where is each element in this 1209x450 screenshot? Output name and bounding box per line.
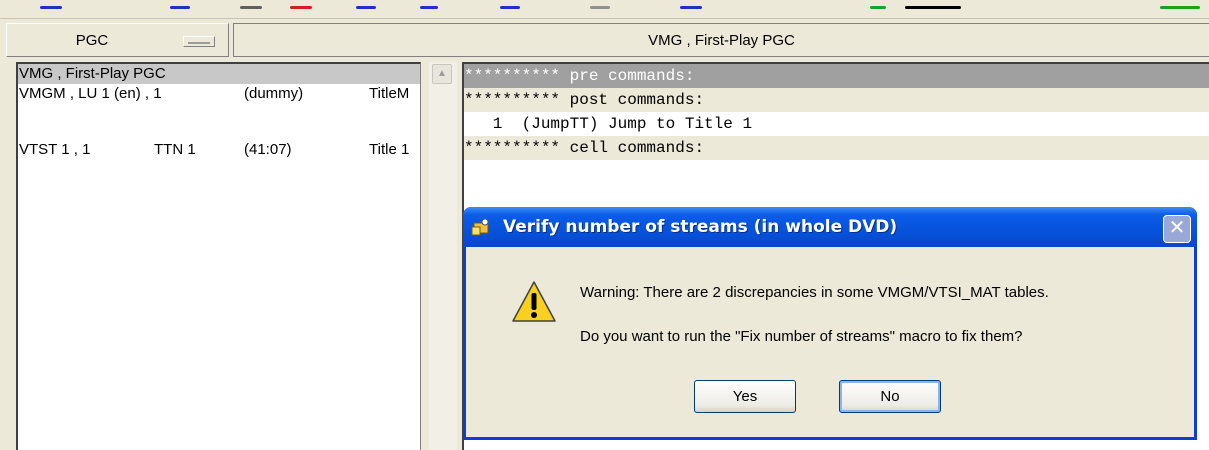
dialog-message-warning: Warning: There are 2 discrepancies in so… [580, 284, 1049, 301]
command-line[interactable]: 1 (JumpTT) Jump to Title 1 [464, 112, 1209, 136]
list-item[interactable]: VMG , First-Play PGC [18, 64, 420, 84]
dialog-titlebar[interactable]: Verify number of streams (in whole DVD) … [463, 207, 1197, 247]
list-item-ttn: TTN 1 [154, 141, 196, 158]
dialog-message-question: Do you want to run the "Fix number of st… [580, 328, 1023, 345]
app-icon [471, 218, 489, 236]
pgc-dropdown-button[interactable] [183, 36, 215, 47]
list-item-length: (dummy) [244, 85, 304, 102]
list-item-name: VTST 1 , 1 [19, 141, 91, 158]
dialog-body: Warning: There are 2 discrepancies in so… [466, 247, 1194, 437]
no-button[interactable]: No [839, 380, 941, 413]
close-icon[interactable]: ✕ [1163, 215, 1191, 243]
list-item-type: TitleM [369, 85, 410, 102]
current-pgc-title: VMG , First-Play PGC [648, 32, 795, 49]
pgc-label: PGC [75, 32, 109, 49]
current-pgc-title-bar: VMG , First-Play PGC [233, 23, 1209, 57]
command-line[interactable]: ********** pre commands: [464, 64, 1209, 88]
list-item[interactable]: VMGM , LU 1 (en) , 1 (dummy) TitleM [18, 84, 420, 104]
list-item-type: Title 1 [369, 141, 410, 158]
command-line[interactable]: ********** post commands: [464, 88, 1209, 112]
top-toolbar-strip [0, 0, 1209, 19]
command-line[interactable]: ********** cell commands: [464, 136, 1209, 160]
list-item-name: VMG , First-Play PGC [19, 65, 166, 82]
dialog-title: Verify number of streams (in whole DVD) [503, 217, 898, 237]
verify-streams-dialog: Verify number of streams (in whole DVD) … [463, 207, 1197, 440]
list-item-name: VMGM , LU 1 (en) , 1 [19, 85, 162, 102]
list-item-length: (41:07) [244, 141, 292, 158]
pgc-list[interactable]: VMG , First-Play PGC VMGM , LU 1 (en) , … [16, 62, 421, 450]
scroll-up-icon[interactable]: ▲ [432, 64, 452, 84]
pgc-selector[interactable]: PGC [6, 23, 229, 57]
warning-icon [512, 281, 556, 322]
list-item[interactable]: VTST 1 , 1 TTN 1 (41:07) Title 1 [18, 140, 420, 160]
list-scrollbar[interactable]: ▲ [429, 62, 457, 450]
yes-button[interactable]: Yes [694, 380, 796, 413]
